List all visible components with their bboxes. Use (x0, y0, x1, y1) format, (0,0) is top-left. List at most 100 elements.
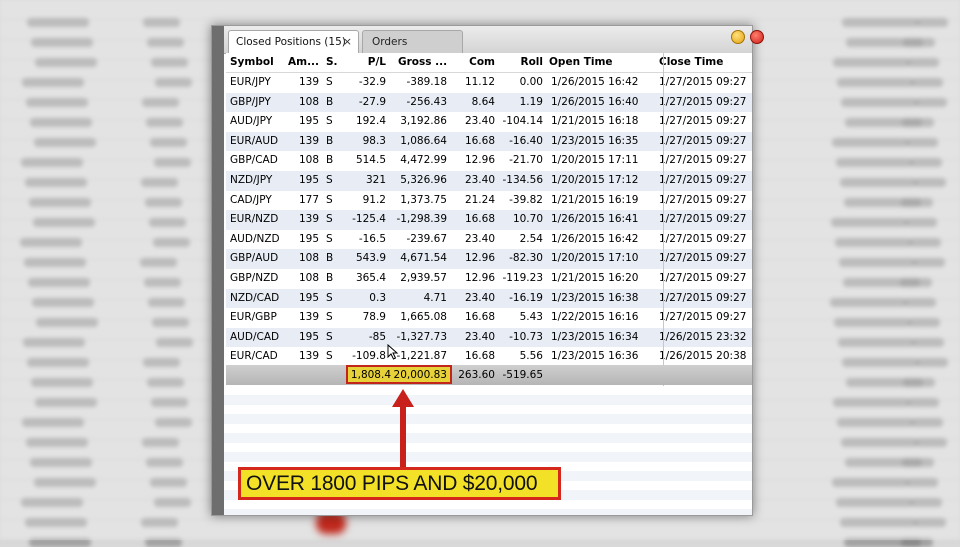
cell-gross: -389.18 (406, 76, 447, 88)
cell-open-time: 1/23/2015 16:34 (551, 330, 639, 343)
cell-open-time: 1/20/2015 17:10 (551, 252, 639, 265)
cell-amount: 177 (298, 193, 319, 206)
cell-pl: -85 (368, 330, 386, 343)
cell-roll: 1.19 (519, 95, 543, 108)
table-row[interactable]: GBP/NZD 108 B 365.4 2,939.57 12.96 -119.23 1/21… (226, 268, 752, 289)
mouse-cursor-icon (387, 344, 399, 360)
table-row[interactable]: NZD/CAD 195 S 0.3 4.71 23.40 -16.19 1/23/2015 1… (226, 288, 752, 309)
tab-bar: Closed Positions (15) × Orders (224, 26, 764, 54)
cell-com: 21.24 (464, 193, 495, 206)
cell-amount: 108 (298, 95, 319, 108)
table-row[interactable]: CAD/JPY 177 S 91.2 1,373.75 21.24 -39.82 1/21/2… (226, 190, 752, 211)
table-row[interactable]: GBP/CAD 108 B 514.5 4,472.99 12.96 -21.70 1/20/… (226, 151, 752, 171)
cell-pl: 91.2 (362, 193, 386, 206)
cell-pl: 514.5 (355, 154, 386, 167)
total-pl: 1,808.4 (350, 369, 391, 381)
cell-amount: 195 (298, 291, 319, 304)
tab-orders[interactable]: Orders (362, 30, 463, 53)
cell-close-time: 1/27/2015 09:27 (659, 193, 747, 206)
cell-roll: -82.30 (509, 252, 543, 265)
cell-com: 12.96 (464, 271, 495, 284)
cell-symbol: AUD/NZD (230, 232, 280, 245)
cell-gross: -256.43 (406, 95, 447, 108)
header-roll[interactable]: Roll (496, 53, 544, 72)
cell-roll: -10.73 (509, 330, 543, 343)
cell-roll: -104.14 (502, 115, 543, 128)
table-row[interactable]: NZD/JPY 195 S 321 5,326.96 23.40 -134.56 1/20/2… (226, 170, 752, 191)
cell-roll: 5.43 (519, 311, 543, 324)
cell-gross: 1,665.08 (400, 311, 447, 324)
table-row[interactable]: AUD/CAD 195 S -85 -1,327.73 23.40 -10.73 1/23/2… (226, 327, 752, 348)
table-row[interactable]: AUD/NZD 195 S -16.5 -239.67 23.40 2.54 1/26/201… (226, 229, 752, 250)
cell-symbol: GBP/CAD (230, 154, 278, 167)
close-window-icon[interactable] (750, 30, 764, 44)
cell-roll: -16.19 (509, 291, 543, 304)
cell-amount: 195 (298, 173, 319, 186)
cell-close-time: 1/27/2015 09:27 (659, 173, 747, 186)
header-amount[interactable]: Am... (288, 53, 322, 72)
cell-com: 23.40 (464, 291, 495, 304)
cell-pl: -27.9 (358, 95, 386, 108)
cell-pl: -109.8 (352, 350, 386, 363)
cell-amount: 139 (298, 76, 319, 88)
cell-close-time: 1/27/2015 09:27 (659, 213, 747, 226)
total-roll: -519.65 (502, 369, 543, 381)
cell-open-time: 1/23/2015 16:36 (551, 350, 639, 363)
header-gross[interactable]: Gross ... (398, 53, 453, 72)
table-row[interactable]: EUR/CAD 139 S -109.8 -1,221.87 16.68 5.56 1/23/… (226, 347, 752, 367)
total-com: 263.60 (458, 369, 495, 381)
table-row[interactable]: EUR/NZD 139 S -125.4 -1,298.39 16.68 10.70 1/26… (226, 210, 752, 230)
cell-pl: 78.9 (362, 311, 386, 324)
cell-close-time: 1/27/2015 09:27 (659, 115, 747, 128)
cell-close-time: 1/27/2015 09:27 (659, 291, 747, 304)
cell-gross: 1,086.64 (400, 134, 447, 147)
cell-pl: 0.3 (369, 291, 386, 304)
cell-symbol: EUR/JPY (230, 76, 271, 88)
cell-amount: 139 (298, 350, 319, 363)
cell-open-time: 1/26/2015 16:40 (551, 95, 639, 108)
header-symbol[interactable]: Symbol (230, 53, 290, 72)
cell-amount: 195 (298, 232, 319, 245)
cell-gross: -239.67 (406, 232, 447, 245)
table-row[interactable]: EUR/GBP 139 S 78.9 1,665.08 16.68 5.43 1/22/201… (226, 308, 752, 328)
tab-closed-positions[interactable]: Closed Positions (15) × (228, 30, 359, 53)
cell-gross: 4,671.54 (400, 252, 447, 265)
cell-open-time: 1/23/2015 16:35 (551, 134, 639, 147)
cell-amount: 108 (298, 271, 319, 284)
header-com[interactable]: Com (454, 53, 495, 72)
positions-window: Closed Positions (15) × Orders Symbol Am… (211, 25, 764, 516)
minimize-icon[interactable] (731, 30, 745, 44)
cell-close-time: 1/26/2015 23:32 (659, 330, 747, 343)
cell-com: 12.96 (464, 252, 495, 265)
cell-gross: 4,472.99 (400, 154, 447, 167)
table-row[interactable]: EUR/AUD 139 B 98.3 1,086.64 16.68 -16.40 1/23/2… (226, 131, 752, 152)
cell-com: 12.96 (464, 154, 495, 167)
header-open-time[interactable]: Open Time (549, 53, 664, 72)
total-gross: 20,000.83 (393, 369, 447, 381)
cell-amount: 195 (298, 115, 319, 128)
cell-symbol: AUD/CAD (230, 330, 280, 343)
cell-open-time: 1/21/2015 16:19 (551, 193, 639, 206)
cell-open-time: 1/26/2015 16:42 (551, 232, 639, 245)
cell-symbol: EUR/AUD (230, 134, 279, 147)
tab-orders-label: Orders (372, 36, 408, 48)
cell-roll: 5.56 (519, 350, 543, 363)
header-pl[interactable]: P/L (338, 53, 386, 72)
cell-pl: -125.4 (352, 213, 386, 226)
cell-open-time: 1/23/2015 16:38 (551, 291, 639, 304)
cell-close-time: 1/27/2015 09:27 (659, 232, 747, 245)
cell-symbol: AUD/JPY (230, 115, 273, 128)
close-tab-icon[interactable]: × (343, 31, 352, 53)
cell-symbol: CAD/JPY (230, 193, 272, 206)
table-row[interactable]: GBP/JPY 108 B -27.9 -256.43 8.64 1.19 1/26/2015… (226, 92, 752, 113)
table-row[interactable]: GBP/AUD 108 B 543.9 4,671.54 12.96 -82.30 1/20/… (226, 249, 752, 269)
cell-amount: 139 (298, 213, 319, 226)
header-close-time[interactable]: Close Time (659, 53, 746, 72)
table-row[interactable]: AUD/JPY 195 S 192.4 3,192.86 23.40 -104.14 1/21… (226, 112, 752, 132)
cell-open-time: 1/26/2015 16:41 (551, 213, 639, 226)
cell-close-time: 1/26/2015 20:38 (659, 350, 747, 363)
cell-symbol: GBP/NZD (230, 271, 279, 284)
table-row[interactable]: EUR/JPY 139 S -32.9 -389.18 11.12 0.00 1/26/201… (226, 73, 752, 93)
table-header: Symbol Am... S. P/L Gross ... Com Roll O… (226, 53, 752, 73)
cell-amount: 139 (298, 134, 319, 147)
